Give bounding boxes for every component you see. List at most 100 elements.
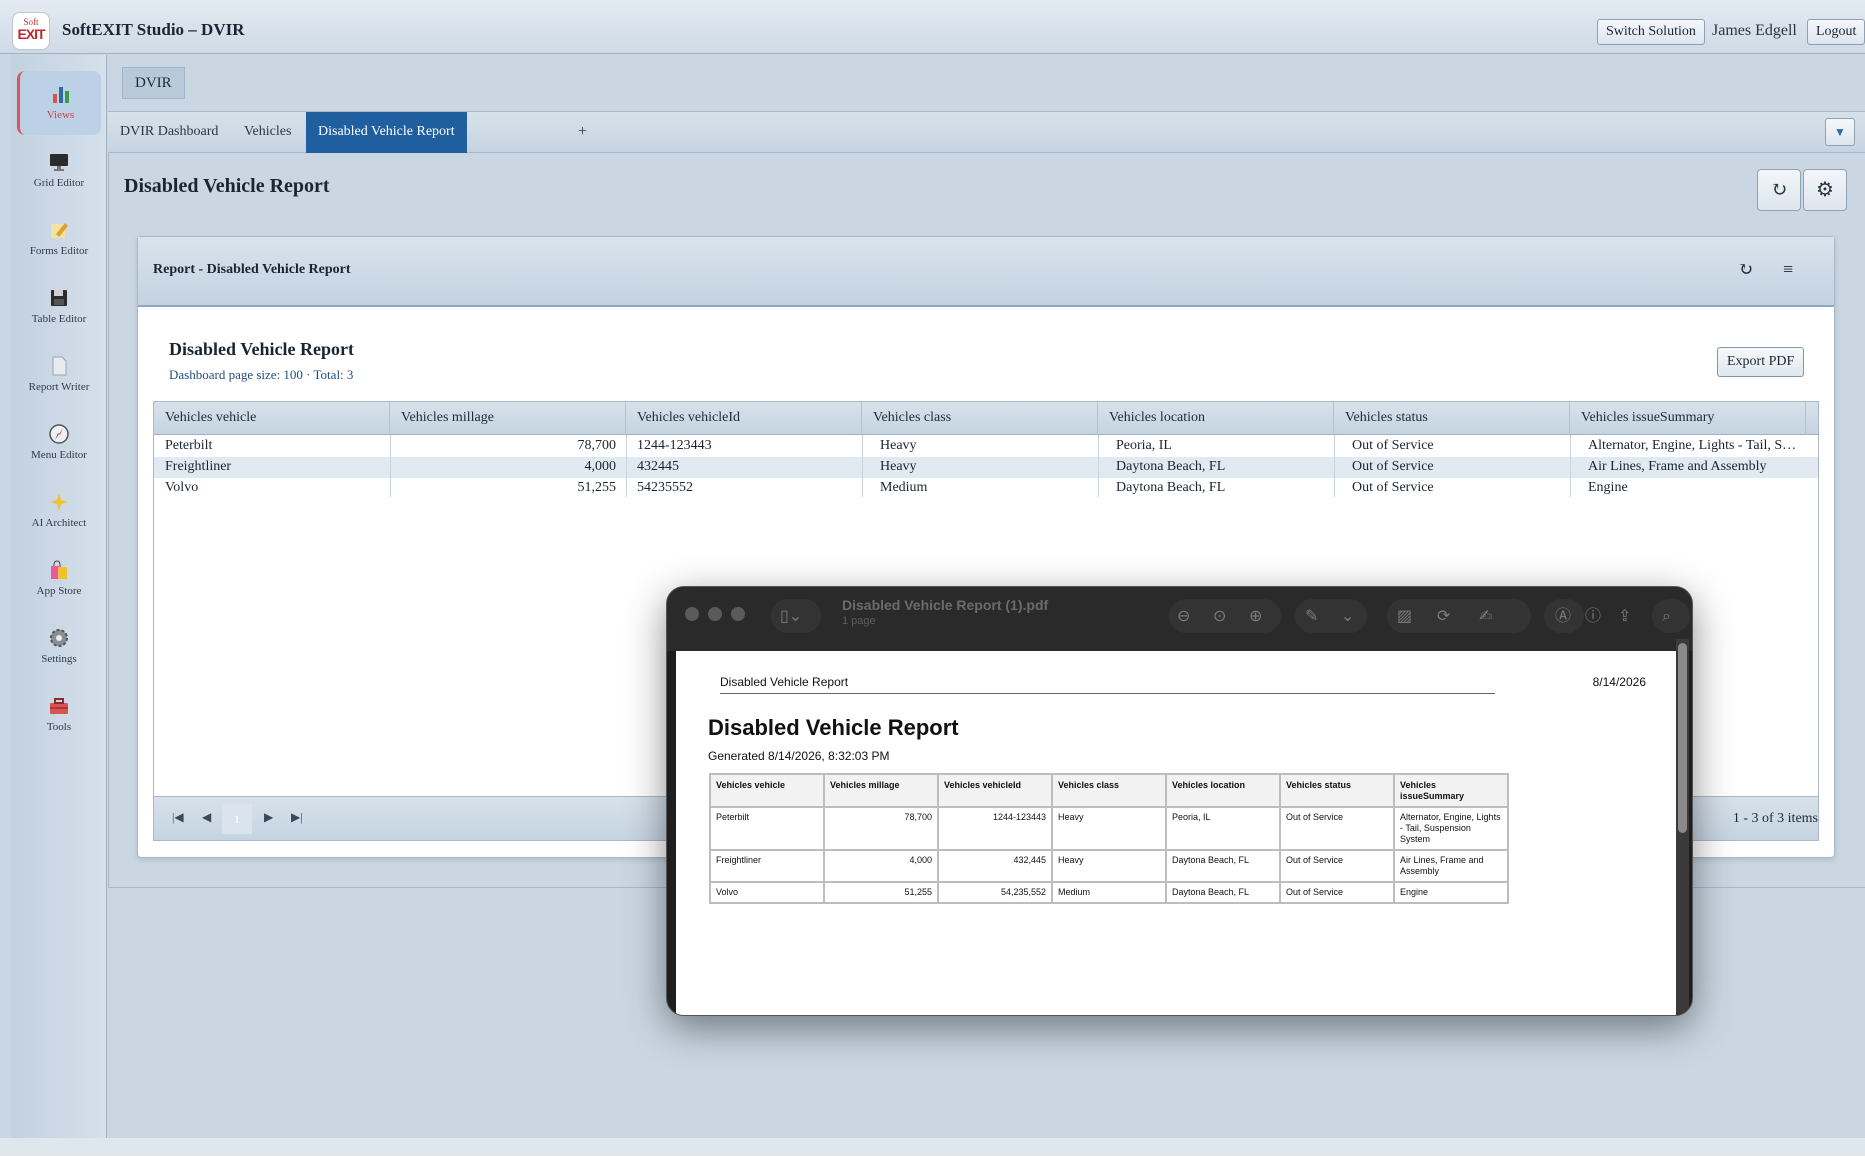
column-header[interactable]: Vehicles issueSummary xyxy=(1570,402,1806,435)
signature-icon[interactable]: ✍ xyxy=(1479,601,1492,631)
cell-class: Medium xyxy=(880,480,928,495)
cell-status: Out of Service xyxy=(1352,459,1434,474)
panel-refresh-icon[interactable]: ↻ xyxy=(1738,259,1753,280)
pdf-window-subtitle: 1 page xyxy=(842,615,876,627)
first-page-icon[interactable]: |◀ xyxy=(172,810,184,825)
sidebar-item-ai-architect[interactable]: AI Architect xyxy=(17,479,101,543)
sidebar-item-settings[interactable]: Settings xyxy=(17,615,101,679)
info-icon[interactable]: ⓘ xyxy=(1585,601,1601,631)
chevron-down-icon: ▼ xyxy=(1834,125,1846,139)
shopping-bag-icon xyxy=(51,560,67,579)
sidebar-toggle-button[interactable]: ▯⌄ xyxy=(771,599,821,633)
sidebar-label: Tools xyxy=(46,721,72,733)
table-row[interactable]: Peterbilt 78,700 1244-123443 Heavy Peori… xyxy=(154,436,1818,457)
column-divider xyxy=(1334,435,1335,497)
pdf-window-title: Disabled Vehicle Report (1).pdf xyxy=(842,597,1049,613)
rotate-icon[interactable]: ⟳ xyxy=(1437,601,1450,631)
pdf-generated: Generated 8/14/2026, 8:32:03 PM xyxy=(708,749,890,763)
actual-size-icon[interactable]: ⊙ xyxy=(1213,601,1226,631)
pdf-table-row: Volvo 51,255 54,235,552 Medium Daytona B… xyxy=(709,881,1509,904)
document-icon xyxy=(52,356,67,376)
annotate-button[interactable]: Ⓐ xyxy=(1544,599,1584,633)
refresh-icon: ↻ xyxy=(1770,179,1788,201)
report-title: Disabled Vehicle Report xyxy=(169,339,355,359)
tab-bar: DVIR Dashboard Vehicles Disabled Vehicle… xyxy=(108,111,1865,153)
monitor-icon xyxy=(50,154,68,171)
logout-button[interactable]: Logout xyxy=(1807,19,1865,45)
pdf-cell: Out of Service xyxy=(1279,881,1395,904)
sidebar-item-menu-editor[interactable]: Menu Editor xyxy=(17,411,101,475)
last-page-icon[interactable]: ▶| xyxy=(291,810,303,825)
add-tab-button[interactable]: + xyxy=(578,112,587,153)
switch-solution-button[interactable]: Switch Solution xyxy=(1597,19,1705,45)
pdf-cell: Medium xyxy=(1051,881,1167,904)
window-minimize-button[interactable] xyxy=(708,607,722,621)
table-row[interactable]: Freightliner 4,000 432445 Heavy Daytona … xyxy=(154,457,1818,478)
pdf-header-title: Disabled Vehicle Report xyxy=(720,675,849,689)
tab-dvir-dashboard[interactable]: DVIR Dashboard xyxy=(108,112,230,153)
logo-bottom-text: EXIT xyxy=(17,26,45,42)
window-close-button[interactable] xyxy=(685,607,699,621)
pdf-cell: Volvo xyxy=(709,881,825,904)
pdf-cell: Out of Service xyxy=(1279,806,1395,851)
cell-class: Heavy xyxy=(880,459,917,474)
column-header[interactable]: Vehicles vehicleId xyxy=(626,402,862,435)
pdf-cell: Heavy xyxy=(1051,849,1167,883)
sidebar-item-report-writer[interactable]: Report Writer xyxy=(17,343,101,407)
cell-vehicle: Volvo xyxy=(165,480,199,495)
current-page-button[interactable]: 1 xyxy=(222,804,252,834)
tab-disabled-vehicle-report[interactable]: Disabled Vehicle Report xyxy=(306,112,467,153)
column-header[interactable]: Vehicles class xyxy=(862,402,1098,435)
markup-controls: ✎ ⌄ xyxy=(1295,599,1367,633)
settings-button[interactable]: ⚙ xyxy=(1803,169,1847,211)
image-icon[interactable]: ▨ xyxy=(1397,601,1412,631)
sidebar-item-tools[interactable]: Tools xyxy=(17,683,101,747)
tab-vehicles[interactable]: Vehicles xyxy=(232,112,303,153)
column-header[interactable]: Vehicles millage xyxy=(390,402,626,435)
panel-header: Report - Disabled Vehicle Report ↻ ≡ xyxy=(138,237,1834,307)
sidebar-label: Settings xyxy=(41,653,77,665)
sidebar-item-grid-editor[interactable]: Grid Editor xyxy=(17,139,101,203)
share-icon[interactable]: ⇪ xyxy=(1618,601,1631,631)
chevron-down-icon[interactable]: ⌄ xyxy=(1341,601,1354,631)
refresh-button[interactable]: ↻ xyxy=(1757,169,1801,211)
column-divider xyxy=(390,435,391,497)
zoom-out-icon[interactable]: ⊖ xyxy=(1177,601,1190,631)
cell-issue-summary: Air Lines, Frame and Assembly xyxy=(1588,459,1767,474)
search-button[interactable]: ⌕ xyxy=(1652,599,1690,633)
window-zoom-button[interactable] xyxy=(731,607,745,621)
pencil-icon[interactable]: ✎ xyxy=(1305,601,1318,631)
pdf-cell: Air Lines, Frame and Assembly xyxy=(1393,849,1509,883)
markup-circle-icon: Ⓐ xyxy=(1555,606,1572,625)
pdf-header-rule xyxy=(720,693,1495,694)
pdf-title: Disabled Vehicle Report xyxy=(708,715,959,740)
sidebar: Views Grid Editor Forms Editor Table Edi… xyxy=(11,55,107,1138)
column-header[interactable]: Vehicles status xyxy=(1334,402,1570,435)
cell-location: Daytona Beach, FL xyxy=(1116,480,1226,495)
sidebar-item-forms-editor[interactable]: Forms Editor xyxy=(17,207,101,271)
prev-page-icon[interactable]: ◀ xyxy=(202,810,211,825)
app-logo[interactable]: Soft EXIT xyxy=(12,12,50,50)
module-tab-dvir[interactable]: DVIR xyxy=(122,67,185,99)
collapse-tabs-button[interactable]: ▼ xyxy=(1825,118,1855,146)
sidebar-item-views[interactable]: Views xyxy=(17,71,101,135)
grid-header: Vehicles vehicle Vehicles millage Vehicl… xyxy=(154,402,1818,435)
zoom-in-icon[interactable]: ⊕ xyxy=(1249,601,1262,631)
sidebar-item-table-editor[interactable]: Table Editor xyxy=(17,275,101,339)
pdf-header-date: 8/14/2026 xyxy=(1592,675,1646,689)
pdf-column-header: Vehicles millage xyxy=(823,773,939,808)
pdf-viewer-window: ▯⌄ Disabled Vehicle Report (1).pdf 1 pag… xyxy=(666,586,1693,1016)
next-page-icon[interactable]: ▶ xyxy=(264,810,273,825)
panel-menu-icon[interactable]: ≡ xyxy=(1783,259,1793,280)
pdf-page: Disabled Vehicle Report 8/14/2026 Disabl… xyxy=(676,651,1676,1015)
table-row[interactable]: Volvo 51,255 54235552 Medium Daytona Bea… xyxy=(154,478,1818,499)
scrollbar-thumb[interactable] xyxy=(1678,643,1687,833)
sidebar-item-app-store[interactable]: App Store xyxy=(17,547,101,611)
cell-class: Heavy xyxy=(880,438,917,453)
user-name[interactable]: James Edgell xyxy=(1712,22,1797,40)
export-pdf-button[interactable]: Export PDF xyxy=(1717,347,1805,377)
column-header[interactable]: Vehicles vehicle xyxy=(154,402,390,435)
bottom-strip xyxy=(0,1138,1865,1156)
column-header[interactable]: Vehicles location xyxy=(1098,402,1334,435)
gear-icon xyxy=(50,629,68,647)
